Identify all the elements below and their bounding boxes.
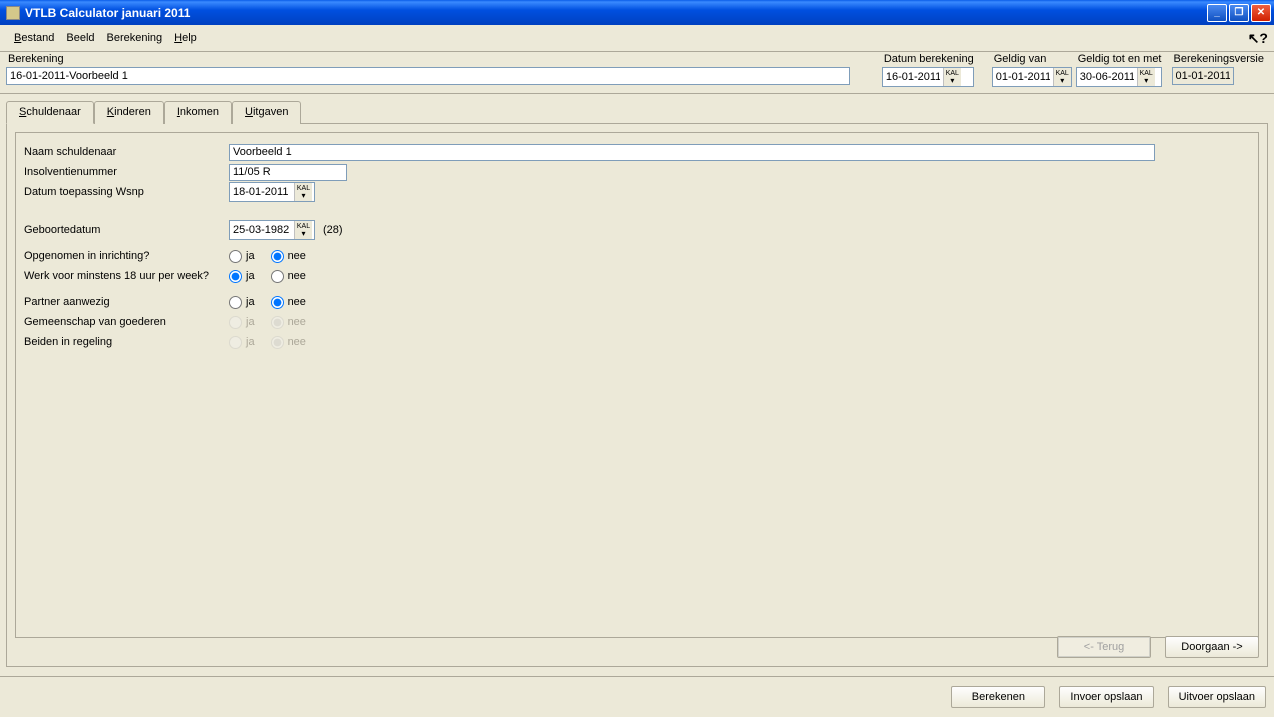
calendar-icon[interactable]: KAL▾ [1137, 68, 1155, 86]
nav-buttons: <- Terug Doorgaan -> [1057, 636, 1259, 658]
partner-ja[interactable]: ja [229, 296, 255, 309]
geldig-tot-field[interactable]: KAL▾ [1076, 67, 1162, 87]
geldig-van-field[interactable]: KAL▾ [992, 67, 1072, 87]
datum-berekening-field[interactable]: KAL▾ [882, 67, 974, 87]
calendar-icon[interactable]: KAL▾ [943, 68, 961, 86]
calendar-icon[interactable]: KAL▾ [294, 183, 312, 201]
gemeenschap-nee: nee [271, 316, 306, 329]
beiden-nee: nee [271, 336, 306, 349]
minimize-button[interactable]: _ [1207, 4, 1227, 22]
close-button[interactable]: ✕ [1251, 4, 1271, 22]
berekening-label: Berekening [6, 52, 850, 67]
datum-berekening-input[interactable] [883, 68, 943, 86]
uitvoer-opslaan-button[interactable]: Uitvoer opslaan [1168, 686, 1266, 708]
tab-panel: Naam schuldenaar Insolventienummer Datum… [6, 123, 1268, 667]
werk-label: Werk voor minstens 18 uur per week? [24, 270, 229, 282]
partner-radios: ja nee [229, 296, 306, 309]
gemeenschap-ja: ja [229, 316, 255, 329]
naam-label: Naam schuldenaar [24, 146, 229, 158]
age-note: (28) [323, 224, 343, 236]
werk-nee[interactable]: nee [271, 270, 306, 283]
app-icon [6, 6, 20, 20]
opgenomen-radios: ja nee [229, 250, 306, 263]
datum-berekening-label: Datum berekening [882, 52, 974, 67]
datum-wsnp-field[interactable]: KAL▾ [229, 182, 315, 202]
berekenen-button[interactable]: Berekenen [951, 686, 1045, 708]
tab-inkomen[interactable]: Inkomen [164, 101, 232, 124]
menu-bestand[interactable]: Bestand [8, 29, 60, 47]
berekening-input[interactable] [6, 67, 850, 85]
bottom-bar: Berekenen Invoer opslaan Uitvoer opslaan [951, 680, 1266, 714]
versie-label: Berekeningsversie [1172, 52, 1265, 67]
opgenomen-label: Opgenomen in inrichting? [24, 250, 229, 262]
geldig-van-label: Geldig van [992, 52, 1072, 67]
menu-berekening[interactable]: Berekening [101, 29, 169, 47]
geldig-van-input[interactable] [993, 68, 1053, 86]
geboorte-field[interactable]: KAL▾ [229, 220, 315, 240]
geboorte-input[interactable] [230, 221, 294, 239]
invoer-opslaan-button[interactable]: Invoer opslaan [1059, 686, 1153, 708]
partner-label: Partner aanwezig [24, 296, 229, 308]
menubar: Bestand Beeld Berekening Help ↖? [0, 25, 1274, 52]
tabstrip: Schuldenaar Kinderen Inkomen Uitgaven [0, 94, 1274, 123]
opgenomen-ja[interactable]: ja [229, 250, 255, 263]
tab-kinderen[interactable]: Kinderen [94, 101, 164, 124]
titlebar: VTLB Calculator januari 2011 _ ❐ ✕ [0, 0, 1274, 25]
header-row: Berekening Datum berekening KAL▾ Geldig … [0, 52, 1274, 94]
menu-help[interactable]: Help [168, 29, 203, 47]
naam-input[interactable] [229, 144, 1155, 161]
insolventie-label: Insolventienummer [24, 166, 229, 178]
beiden-ja: ja [229, 336, 255, 349]
calendar-icon[interactable]: KAL▾ [294, 221, 312, 239]
gemeenschap-label: Gemeenschap van goederen [24, 316, 229, 328]
tab-uitgaven[interactable]: Uitgaven [232, 101, 301, 124]
context-help-icon[interactable]: ↖? [1248, 30, 1268, 47]
window-buttons: _ ❐ ✕ [1207, 4, 1271, 22]
tab-schuldenaar[interactable]: Schuldenaar [6, 101, 94, 124]
versie-input [1172, 67, 1234, 85]
beiden-radios: ja nee [229, 336, 306, 349]
partner-nee[interactable]: nee [271, 296, 306, 309]
insolventie-input[interactable] [229, 164, 347, 181]
maximize-button[interactable]: ❐ [1229, 4, 1249, 22]
opgenomen-nee[interactable]: nee [271, 250, 306, 263]
terug-button: <- Terug [1057, 636, 1151, 658]
geldig-tot-label: Geldig tot en met [1076, 52, 1162, 67]
calendar-icon[interactable]: KAL▾ [1053, 68, 1071, 86]
doorgaan-button[interactable]: Doorgaan -> [1165, 636, 1259, 658]
beiden-label: Beiden in regeling [24, 336, 229, 348]
geboorte-label: Geboortedatum [24, 224, 229, 236]
menu-beeld[interactable]: Beeld [60, 29, 100, 47]
werk-ja[interactable]: ja [229, 270, 255, 283]
werk-radios: ja nee [229, 270, 306, 283]
window-title: VTLB Calculator januari 2011 [25, 6, 1207, 20]
divider [0, 676, 1274, 677]
form-container: Naam schuldenaar Insolventienummer Datum… [15, 132, 1259, 638]
gemeenschap-radios: ja nee [229, 316, 306, 329]
datum-wsnp-input[interactable] [230, 183, 294, 201]
datum-wsnp-label: Datum toepassing Wsnp [24, 186, 229, 198]
geldig-tot-input[interactable] [1077, 68, 1137, 86]
